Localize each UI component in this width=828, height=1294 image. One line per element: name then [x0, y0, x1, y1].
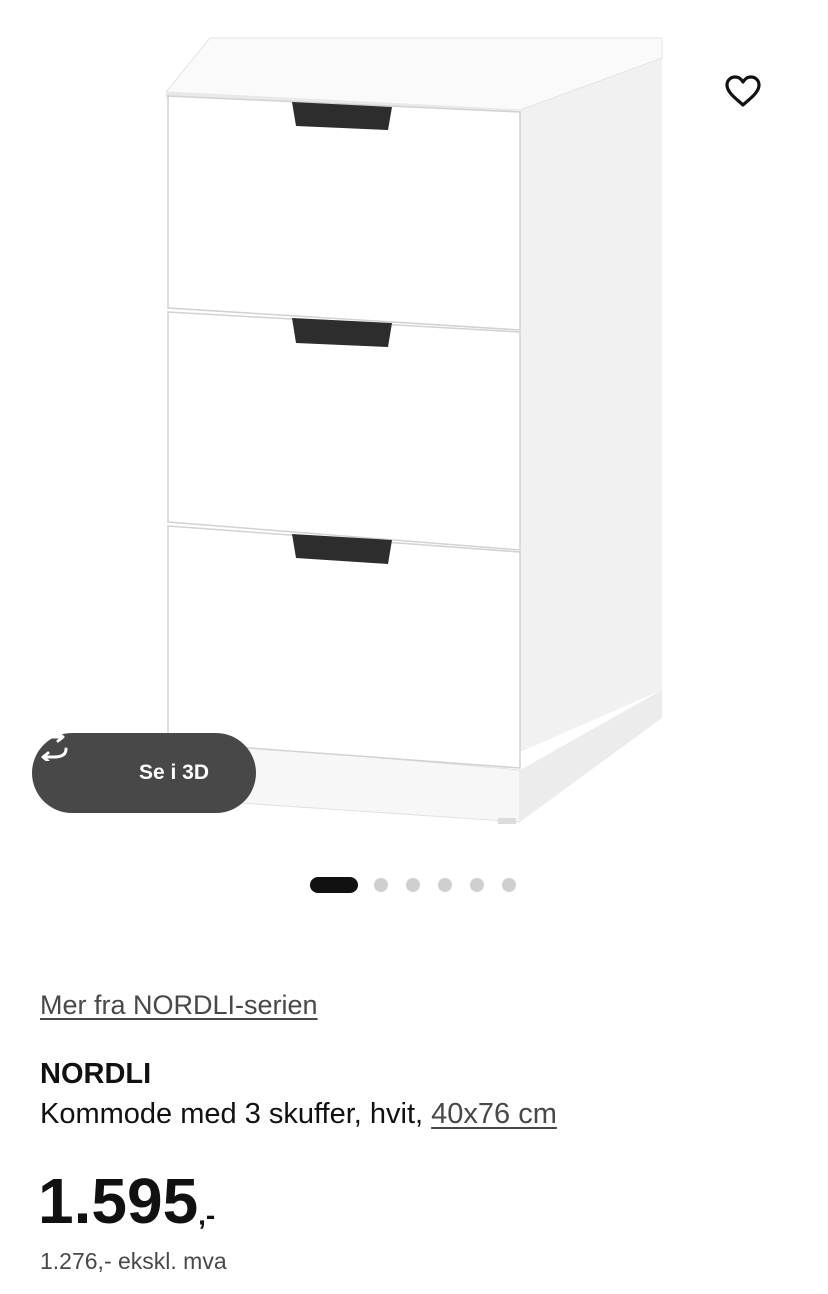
carousel-pagination [0, 876, 828, 894]
product-description: Kommode med 3 skuffer, hvit, 40x76 cm [40, 1098, 557, 1131]
carousel-dot-active[interactable] [310, 877, 358, 893]
cabinet-side [520, 48, 662, 752]
price-amount: 1.595 [38, 1165, 199, 1237]
product-price: 1.595,- [38, 1164, 215, 1238]
cabinet-foot [498, 818, 516, 824]
carousel-dot[interactable] [406, 878, 420, 892]
rotate-3d-icon [38, 733, 121, 787]
carousel-dot[interactable] [502, 878, 516, 892]
price-suffix: ,- [198, 1199, 216, 1231]
see-in-3d-button[interactable]: Se i 3D [32, 733, 256, 813]
price-excl-vat: 1.276,- ekskl. mva [40, 1248, 227, 1274]
series-link[interactable]: Mer fra NORDLI-serien [40, 990, 318, 1021]
drawer-1 [167, 95, 521, 331]
favourite-button[interactable] [724, 74, 772, 122]
carousel-dot[interactable] [438, 878, 452, 892]
product-measurement-link[interactable]: 40x76 cm [431, 1098, 557, 1130]
drawer-2 [167, 311, 521, 551]
product-description-text: Kommode med 3 skuffer, hvit, [40, 1098, 424, 1130]
carousel-dot[interactable] [470, 878, 484, 892]
drawer-2-handle [292, 318, 392, 347]
heart-outline-icon [725, 75, 761, 107]
product-name: NORDLI [40, 1058, 152, 1090]
product-image[interactable]: Se i 3D [0, 0, 828, 860]
chest-of-drawers-illustration [164, 37, 663, 824]
see-in-3d-label: Se i 3D [138, 761, 210, 784]
carousel-dot[interactable] [374, 878, 388, 892]
drawer-3 [167, 525, 521, 769]
